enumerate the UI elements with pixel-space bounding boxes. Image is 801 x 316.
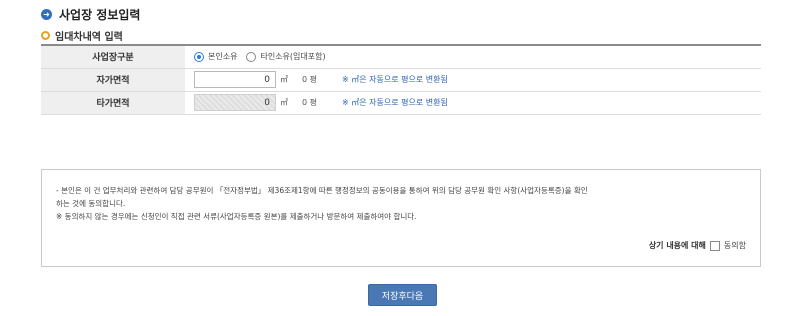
- radio-own-label[interactable]: 본인소유: [208, 51, 237, 62]
- consent-line-1: - 본인은 이 건 업무처리와 관련하여 담당 공무원이 「전자정부법」 제36…: [56, 186, 588, 195]
- subsection-header: 임대차내역 입력: [41, 28, 123, 43]
- own-area-input[interactable]: [194, 71, 276, 88]
- section-header: ➜ 사업장 정보입력: [41, 6, 140, 23]
- own-area-row: 자가면적 ㎡ 0 평 ※ ㎡은 자동으로 평으로 변환됨: [41, 68, 761, 91]
- radio-other[interactable]: 타인소유(임대포함): [246, 51, 326, 62]
- consent-checkbox-label[interactable]: 동의함: [724, 240, 746, 251]
- section-title: 사업장 정보입력: [59, 8, 141, 22]
- business-type-label: 사업장구분: [41, 45, 185, 68]
- other-area-label: 타가면적: [41, 91, 185, 114]
- radio-other-circle[interactable]: [246, 51, 257, 62]
- save-next-button[interactable]: 저장후다음: [368, 284, 437, 306]
- other-area-pyeong: 0 평: [302, 98, 317, 107]
- radio-own-circle[interactable]: [194, 51, 204, 62]
- own-area-unit: ㎡: [280, 75, 288, 84]
- consent-checkbox[interactable]: [709, 240, 720, 251]
- consent-confirm-label: 상기 내용에 대해: [648, 241, 706, 250]
- business-type-cell: 본인소유 타인소유(임대포함): [185, 45, 761, 68]
- radio-own[interactable]: 본인소유: [194, 51, 237, 62]
- own-area-note: ※ ㎡은 자동으로 평으로 변환됨: [342, 75, 448, 84]
- other-area-row: 타가면적 ㎡ 0 평 ※ ㎡은 자동으로 평으로 변환됨: [41, 91, 761, 114]
- consent-line-3: ※ 동의하지 않는 경우에는 신청인이 직접 관련 서류(사업자등록증 원본)를…: [56, 212, 417, 221]
- business-type-radio-group: 본인소유 타인소유(임대포함): [194, 51, 761, 62]
- consent-text: - 본인은 이 건 업무처리와 관련하여 담당 공무원이 「전자정부법」 제36…: [56, 184, 756, 223]
- consent-box: - 본인은 이 건 업무처리와 관련하여 담당 공무원이 「전자정부법」 제36…: [41, 169, 761, 267]
- other-area-group: ㎡ 0 평 ※ ㎡은 자동으로 평으로 변환됨: [194, 94, 761, 111]
- consent-confirm: 상기 내용에 대해 동의함: [649, 240, 746, 251]
- circle-bullet-icon: [41, 31, 50, 40]
- other-area-cell: ㎡ 0 평 ※ ㎡은 자동으로 평으로 변환됨: [185, 91, 761, 114]
- own-area-label: 자가면적: [41, 68, 185, 91]
- own-area-group: ㎡ 0 평 ※ ㎡은 자동으로 평으로 변환됨: [194, 71, 761, 88]
- business-type-row: 사업장구분 본인소유 타인소유(임대포함): [41, 45, 761, 68]
- arrow-right-circle-icon: ➜: [41, 9, 52, 20]
- consent-line-2: 하는 것에 동의합니다.: [56, 199, 126, 208]
- own-area-cell: ㎡ 0 평 ※ ㎡은 자동으로 평으로 변환됨: [185, 68, 761, 91]
- subsection-title: 임대차내역 입력: [55, 32, 123, 43]
- other-area-note: ※ ㎡은 자동으로 평으로 변환됨: [342, 98, 448, 107]
- lease-info-form: 사업장구분 본인소유 타인소유(임대포함) 자가면적 ㎡ 0 평 ※ ㎡은 자동…: [41, 44, 761, 115]
- radio-other-label[interactable]: 타인소유(임대포함): [260, 51, 325, 62]
- other-area-unit: ㎡: [280, 98, 288, 107]
- other-area-input: [194, 94, 276, 111]
- own-area-pyeong: 0 평: [302, 75, 317, 84]
